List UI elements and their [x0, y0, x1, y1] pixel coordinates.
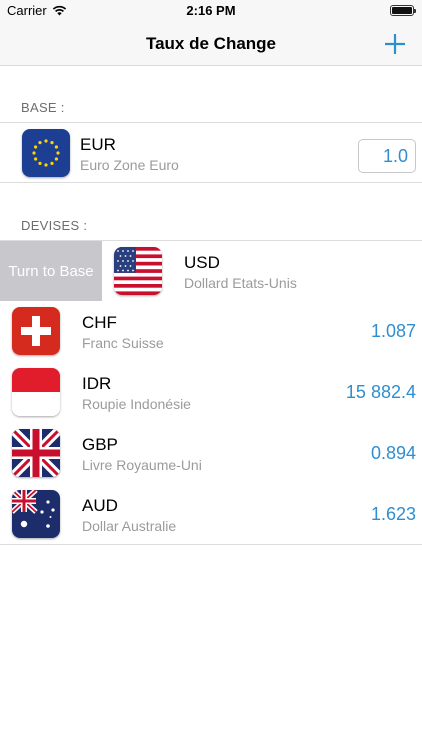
- currency-row-gbp[interactable]: GBP Livre Royaume-Uni 0.894: [0, 423, 422, 485]
- currency-code: GBP: [82, 435, 118, 454]
- currency-rate[interactable]: 1.623: [371, 504, 416, 525]
- currency-row-aud[interactable]: AUD Dollar Australie 1.623: [0, 484, 422, 545]
- base-section-header: BASE :: [21, 100, 65, 115]
- add-currency-button[interactable]: [382, 31, 408, 57]
- currency-code: AUD: [82, 496, 118, 515]
- devises-section-header: DEVISES :: [21, 218, 88, 233]
- base-currency-code: EUR: [80, 135, 116, 154]
- currency-code: USD: [184, 253, 220, 272]
- navigation-bar: Taux de Change: [0, 22, 422, 66]
- uk-flag-icon: [12, 429, 60, 477]
- currency-rate[interactable]: 1.087: [371, 321, 416, 342]
- currency-code: CHF: [82, 313, 117, 332]
- currency-rate[interactable]: 15 882.4: [346, 382, 416, 403]
- currency-name: Dollard Etats-Unis: [184, 275, 297, 291]
- swiss-flag-icon: [12, 307, 60, 355]
- currency-name: Roupie Indonésie: [82, 396, 191, 412]
- currency-row-usd[interactable]: Turn to Base USD Dollard Etats-Unis: [0, 240, 422, 302]
- plus-icon: [385, 34, 405, 54]
- currency-row-chf[interactable]: CHF Franc Suisse 1.087: [0, 301, 422, 363]
- us-flag-icon: [114, 247, 162, 295]
- base-currency-name: Euro Zone Euro: [80, 157, 179, 173]
- turn-to-base-button[interactable]: Turn to Base: [0, 241, 102, 302]
- currency-name: Dollar Australie: [82, 518, 177, 534]
- currency-rate[interactable]: 0.894: [371, 443, 416, 464]
- indonesia-flag-icon: [12, 368, 60, 416]
- base-amount-input[interactable]: [358, 139, 416, 173]
- australia-flag-icon: [12, 490, 60, 538]
- base-currency-row: EUR Euro Zone Euro: [0, 122, 422, 183]
- currency-code: IDR: [82, 374, 112, 393]
- eu-flag-icon: [22, 129, 70, 177]
- battery-icon: [390, 5, 416, 16]
- currency-row-idr[interactable]: IDR Roupie Indonésie 15 882.4: [0, 362, 422, 424]
- page-title: Taux de Change: [145, 34, 277, 53]
- currency-name: Franc Suisse: [82, 335, 164, 351]
- status-time: 2:16 PM: [186, 3, 236, 18]
- currency-name: Livre Royaume-Uni: [82, 457, 202, 473]
- status-bar: Carrier 2:16 PM: [0, 0, 422, 22]
